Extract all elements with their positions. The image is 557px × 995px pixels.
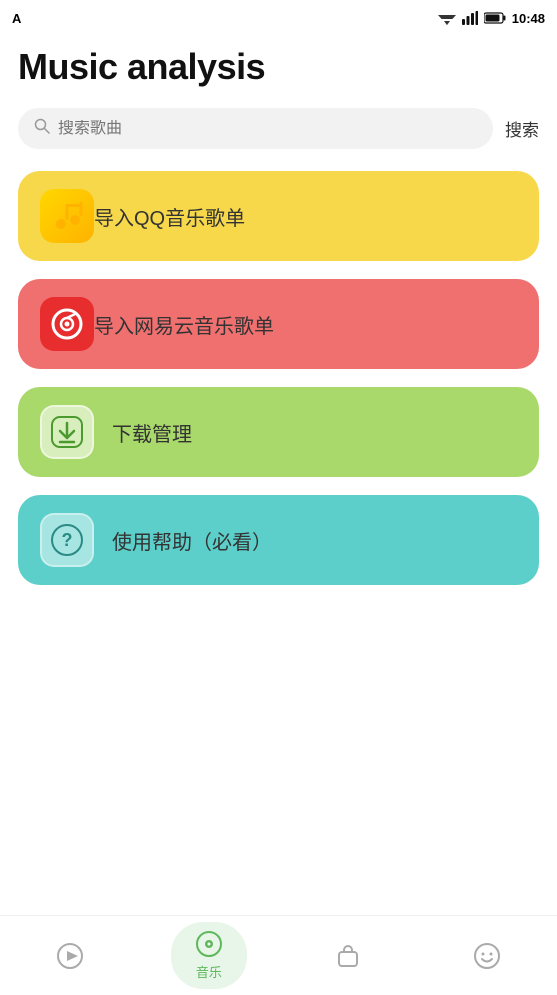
help-icon-wrap: ? (40, 513, 94, 567)
time-label: 10:48 (512, 11, 545, 26)
page-title: Music analysis (18, 36, 539, 108)
status-bar: A 10:48 (0, 0, 557, 36)
main-content: Music analysis 搜索 导入QQ音乐歌单 (0, 36, 557, 585)
netease-music-card[interactable]: 导入网易云音乐歌单 (18, 279, 539, 369)
svg-text:?: ? (62, 530, 73, 550)
search-row: 搜索 (18, 108, 539, 149)
nav-item-play[interactable] (32, 934, 108, 978)
play-nav-icon (56, 942, 84, 970)
status-bar-right: 10:48 (438, 11, 545, 26)
netease-music-label: 导入网易云音乐歌单 (94, 310, 274, 339)
search-bar[interactable] (18, 108, 493, 149)
qq-music-card[interactable]: 导入QQ音乐歌单 (18, 171, 539, 261)
wifi-icon (438, 11, 456, 25)
search-icon (34, 118, 50, 139)
download-card[interactable]: 下载管理 (18, 387, 539, 477)
help-label: 使用帮助（必看） (112, 526, 272, 555)
music-nav-icon (195, 930, 223, 958)
download-label: 下载管理 (112, 418, 192, 447)
qq-music-label: 导入QQ音乐歌单 (94, 202, 245, 231)
help-icon: ? (50, 523, 84, 557)
nav-item-music[interactable]: 音乐 (171, 922, 247, 989)
face-nav-icon (473, 942, 501, 970)
app-icon: A (12, 11, 21, 26)
bottom-nav: 音乐 (0, 915, 557, 995)
search-button[interactable]: 搜索 (505, 116, 539, 141)
nav-item-bag[interactable] (310, 934, 386, 978)
battery-icon (484, 12, 506, 24)
download-icon (50, 415, 84, 449)
netease-icon (40, 297, 94, 351)
music-nav-label: 音乐 (196, 962, 222, 981)
qq-music-icon (40, 189, 94, 243)
nav-item-face[interactable] (449, 934, 525, 978)
signal-icon (462, 11, 478, 25)
search-input[interactable] (58, 120, 477, 138)
download-icon-wrap (40, 405, 94, 459)
bag-nav-icon (334, 942, 362, 970)
help-card[interactable]: ? 使用帮助（必看） (18, 495, 539, 585)
